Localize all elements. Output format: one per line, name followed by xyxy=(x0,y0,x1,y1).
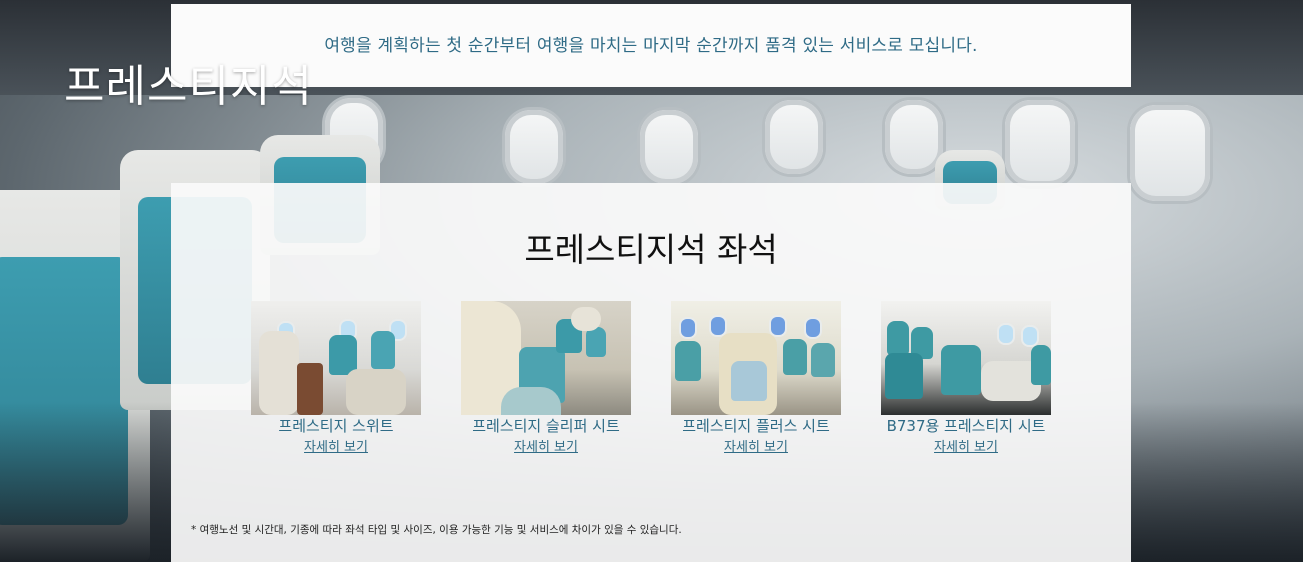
view-details-link-prestige-plus[interactable]: 자세히 보기 xyxy=(724,436,788,455)
view-details-link-prestige-sleeper[interactable]: 자세히 보기 xyxy=(514,436,578,455)
seat-footnote: * 여행노선 및 시간대, 기종에 따라 좌석 타입 및 사이즈, 이용 가능한… xyxy=(191,524,682,536)
prestige-sleeper-photo xyxy=(461,301,631,415)
view-details-link-b737-prestige[interactable]: 자세히 보기 xyxy=(934,436,998,455)
seats-panel: 프레스티지석 좌석 프레스티지 스위트 자세히 보기 프레스티지 슬리퍼 시트 xyxy=(171,183,1131,562)
prestige-suite-photo xyxy=(251,301,421,415)
seat-card-prestige-suite: 프레스티지 스위트 자세히 보기 xyxy=(251,301,421,455)
seat-card-prestige-sleeper: 프레스티지 슬리퍼 시트 자세히 보기 xyxy=(461,301,631,455)
seat-name: 프레스티지 슬리퍼 시트 xyxy=(472,417,620,435)
b737-prestige-photo xyxy=(881,301,1051,415)
view-details-link-prestige-suite[interactable]: 자세히 보기 xyxy=(304,436,368,455)
seat-name: B737용 프레스티지 시트 xyxy=(886,417,1046,435)
seat-card-b737-prestige: B737용 프레스티지 시트 자세히 보기 xyxy=(881,301,1051,455)
seat-name: 프레스티지 플러스 시트 xyxy=(682,417,830,435)
intro-banner: 여행을 계획하는 첫 순간부터 여행을 마치는 마지막 순간까지 품격 있는 서… xyxy=(171,4,1131,87)
prestige-plus-photo xyxy=(671,301,841,415)
page-title: 프레스티지석 xyxy=(64,61,313,112)
seat-name: 프레스티지 스위트 xyxy=(278,417,394,435)
section-title: 프레스티지석 좌석 xyxy=(524,230,778,269)
intro-tagline: 여행을 계획하는 첫 순간부터 여행을 마치는 마지막 순간까지 품격 있는 서… xyxy=(324,36,978,56)
seat-card-prestige-plus: 프레스티지 플러스 시트 자세히 보기 xyxy=(671,301,841,455)
